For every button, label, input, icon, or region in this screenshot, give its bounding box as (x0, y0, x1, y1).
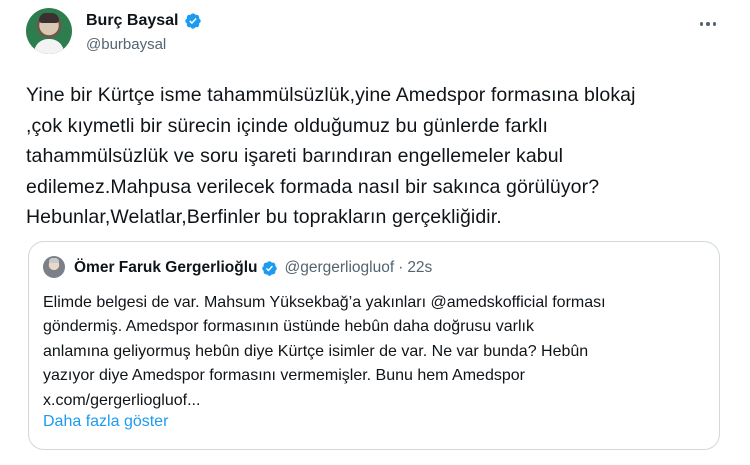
quoted-tweet-text: Elimde belgesi de var. Mahsum Yüksekbağ’… (43, 291, 713, 413)
quoted-author-handle[interactable]: @gergerliogluof (284, 259, 394, 277)
quoted-tweet[interactable]: Ömer Faruk Gergerlioğlu @gergerliogluof … (28, 241, 720, 450)
author-handle[interactable]: @burbaysal (86, 36, 166, 53)
show-more-link[interactable]: Daha fazla göster (43, 413, 168, 431)
tweet-text: Yine bir Kürtçe isme tahammülsüzlük,yine… (26, 80, 726, 233)
author-display-name[interactable]: Burç Baysal (86, 12, 179, 30)
author-avatar[interactable] (26, 8, 72, 54)
tweet-text-line: edilemez.Mahpusa verilecek formada nasıl… (26, 175, 600, 198)
quoted-text-line: x.com/gergerliogluof... (43, 391, 201, 409)
tweet-text-line: tahammülsüzlük ve soru işareti barındıra… (26, 145, 564, 167)
quoted-text-line: yazıyor diye Amedspor formasını vermemiş… (43, 367, 525, 385)
tweet-card: Burç Baysal @burbaysal Yine bir Kürtçe i… (0, 0, 750, 465)
quoted-text-line: Elimde belgesi de var. Mahsum Yüksekbağ’… (43, 294, 606, 311)
quoted-text-line: anlamına geliyormuş hebûn diye Kürtçe is… (43, 342, 589, 360)
tweet-text-line: Hebunlar,Welatlar,Berfinler bu topraklar… (26, 206, 502, 228)
quoted-text-line: göndermiş. Amedspor formasının üstünde h… (43, 318, 534, 336)
tweet-text-line: ,çok kıymetli bir sürecin içinde olduğum… (26, 114, 549, 137)
quoted-author-avatar[interactable] (43, 256, 65, 278)
verified-badge-icon (184, 13, 201, 29)
quoted-tweet-time[interactable]: 22s (407, 259, 432, 277)
quoted-tweet-header: Ömer Faruk Gergerlioğlu @gergerliogluof … (74, 259, 432, 277)
separator-dot: · (398, 259, 404, 276)
author-name-row: Burç Baysal (86, 12, 202, 30)
verified-badge-icon (262, 260, 278, 276)
more-horizontal-icon[interactable] (694, 10, 722, 38)
quoted-author-display-name[interactable]: Ömer Faruk Gergerlioğlu (74, 259, 257, 277)
tweet-text-line: Yine bir Kürtçe isme tahammülsüzlük,yine… (26, 84, 636, 106)
